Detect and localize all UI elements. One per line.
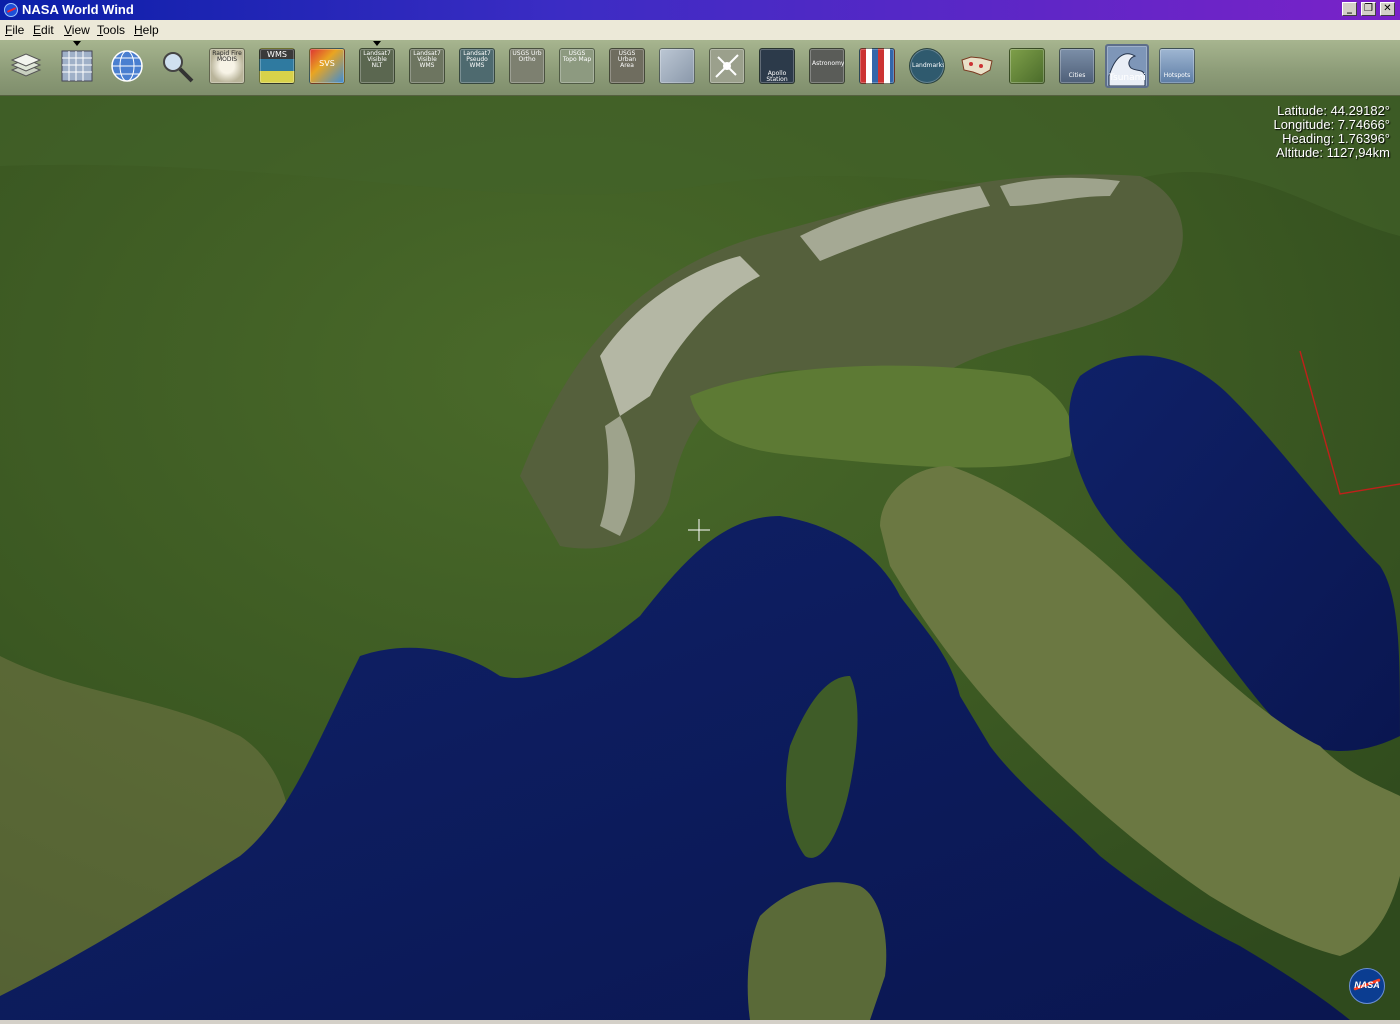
hotspots-icon[interactable]: Hotspots (1159, 48, 1195, 84)
landsat7-pseudo-wms-icon[interactable]: Landsat7 Pseudo WMS (459, 48, 495, 84)
title-bar: NASA World Wind _ ❐ ✕ (0, 0, 1400, 20)
usgs-topo-map-icon[interactable]: USGS Topo Map (559, 48, 595, 84)
menu-file[interactable]: File (5, 23, 24, 37)
wms-icon[interactable]: WMS (259, 48, 295, 84)
apollo-icon[interactable]: Apollo Station (759, 48, 795, 84)
dropdown-arrow-icon[interactable] (73, 41, 81, 46)
usgs-urban-ortho-icon[interactable]: USGS Urb Ortho (509, 48, 545, 84)
toolbar: Rapid Fire MODIS WMS SVS Landsat7 Visibl… (0, 40, 1400, 96)
close-button[interactable]: ✕ (1380, 2, 1395, 16)
altitude-readout: Altitude: 1127,94km (1276, 145, 1390, 160)
search-icon[interactable] (159, 48, 195, 84)
terrain-imagery (0, 96, 1400, 1020)
terrain-icon[interactable] (1009, 48, 1045, 84)
nasa-app-icon (4, 3, 18, 17)
dropdown-arrow-icon[interactable] (373, 41, 381, 46)
layers-icon[interactable] (8, 48, 44, 84)
blue-marble-icon[interactable] (659, 48, 695, 84)
window-title: NASA World Wind (22, 2, 134, 17)
menu-tools[interactable]: Tools (97, 23, 125, 37)
tsunami-icon[interactable]: Tsunami (1105, 44, 1149, 88)
restore-button[interactable]: ❐ (1361, 2, 1376, 16)
globe-icon[interactable] (109, 48, 145, 84)
cities-icon[interactable]: Cities (1059, 48, 1095, 84)
svs-icon[interactable]: SVS (309, 48, 345, 84)
status-bar (0, 1020, 1400, 1024)
usa-map-icon[interactable] (959, 48, 995, 84)
grid-icon[interactable] (59, 48, 95, 84)
nasa-logo: NASA (1349, 968, 1385, 1004)
landmarks-icon[interactable]: Landmarks (909, 48, 945, 84)
flags-icon[interactable] (859, 48, 895, 84)
position-readout: Latitude: 44.29182° Longitude: 7.74666° … (1273, 104, 1390, 160)
heading-readout: Heading: 1.76396° (1282, 131, 1390, 146)
astronomy-icon[interactable]: Astronomy (809, 48, 845, 84)
landsat7-visible-nlt-icon[interactable]: Landsat7 Visible NLT (359, 48, 395, 84)
rapid-fire-modis-icon[interactable]: Rapid Fire MODIS (209, 48, 245, 84)
longitude-readout: Longitude: 7.74666° (1273, 117, 1390, 132)
landsat7-visible-wms-icon[interactable]: Landsat7 Visible WMS (409, 48, 445, 84)
latitude-readout: Latitude: 44.29182° (1277, 103, 1390, 118)
minimize-button[interactable]: _ (1342, 2, 1357, 16)
placenames-icon[interactable] (709, 48, 745, 84)
globe-view[interactable]: Latitude: 44.29182° Longitude: 7.74666° … (0, 96, 1400, 1020)
usgs-urban-area-icon[interactable]: USGS Urban Area (609, 48, 645, 84)
menu-help[interactable]: Help (134, 23, 159, 37)
menu-bar: File Edit View Tools Help (0, 20, 1400, 41)
menu-edit[interactable]: Edit (33, 23, 54, 37)
menu-view[interactable]: View (64, 23, 90, 37)
